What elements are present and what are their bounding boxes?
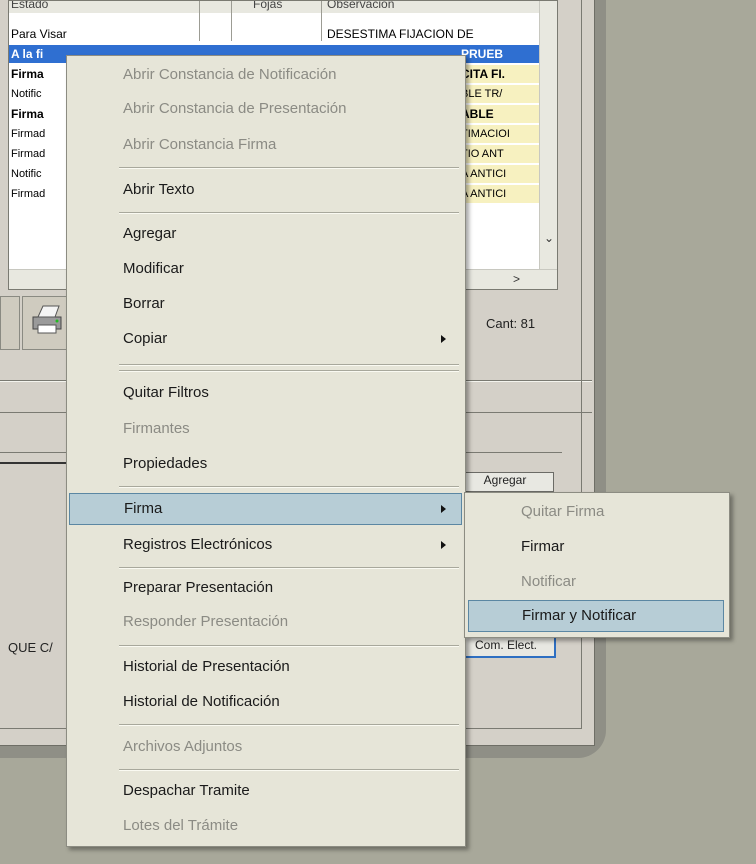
cell-estado: Firma <box>11 107 44 121</box>
menu-item-agregar[interactable]: Agregar <box>67 219 463 249</box>
submenu-arrow-icon <box>441 335 446 343</box>
menu-item-registros-electronicos[interactable]: Registros Electrónicos <box>67 530 463 560</box>
menu-separator <box>119 486 459 488</box>
menu-item-abrir-constancia-presentacion[interactable]: Abrir Constancia de Presentación <box>67 94 463 124</box>
cell-estado: Notific <box>11 168 42 180</box>
menu-item-label: Historial de Presentación <box>123 658 290 675</box>
menu-item-copiar[interactable]: Copiar <box>67 324 463 354</box>
cell-estado: Firma <box>11 67 44 81</box>
menu-item-label: Firma <box>124 500 163 517</box>
com-elect-button-label: Com. Elect. <box>474 638 537 652</box>
menu-separator <box>119 724 459 726</box>
agregar-button[interactable]: Agregar <box>456 472 554 492</box>
menu-item-preparar-presentacion[interactable]: Preparar Presentación <box>67 573 463 603</box>
submenu-item-quitar-firma[interactable]: Quitar Firma <box>465 497 727 527</box>
submenu-item-firmar[interactable]: Firmar <box>465 532 727 562</box>
menu-item-label: Notificar <box>521 573 577 590</box>
menu-item-label: Quitar Filtros <box>123 384 209 401</box>
menu-item-label: Historial de Notificación <box>123 693 280 710</box>
menu-separator <box>119 567 459 569</box>
cell-observacion: A ANTICI <box>461 168 507 180</box>
menu-item-label: Abrir Constancia de Presentación <box>123 100 347 117</box>
scroll-down-icon[interactable]: ⌄ <box>544 231 554 245</box>
menu-item-modificar[interactable]: Modificar <box>67 254 463 284</box>
menu-item-label: Abrir Texto <box>123 181 195 198</box>
menu-separator <box>119 212 459 214</box>
menu-item-label: Firmar <box>521 538 565 555</box>
menu-item-despachar-tramite[interactable]: Despachar Tramite <box>67 776 463 806</box>
menu-item-label: Archivos Adjuntos <box>123 738 243 755</box>
menu-item-firmantes[interactable]: Firmantes <box>67 414 463 444</box>
cell-observacion: A ANTICI <box>461 188 507 200</box>
grid-header: Estado Fojas Observacion <box>9 1 539 13</box>
context-menu: Abrir Constancia de Notificación Abrir C… <box>66 55 466 847</box>
menu-separator <box>119 370 459 372</box>
menu-item-label: Borrar <box>123 295 165 312</box>
agregar-button-label: Agregar <box>483 473 527 487</box>
menu-item-label: Abrir Constancia de Notificación <box>123 66 337 83</box>
header-observacion[interactable]: Observacion <box>327 1 394 13</box>
cell-estado: Notific <box>11 88 42 100</box>
menu-item-abrir-constancia-firma[interactable]: Abrir Constancia Firma <box>67 130 463 160</box>
menu-separator <box>119 769 459 771</box>
menu-item-label: Agregar <box>123 225 177 242</box>
menu-item-firma[interactable]: Firma <box>69 493 462 525</box>
menu-item-lotes-del-tramite[interactable]: Lotes del Trámite <box>67 811 463 841</box>
menu-item-label: Firmar y Notificar <box>522 607 637 624</box>
cell-observacion: CITA FI. <box>461 67 505 81</box>
submenu-item-notificar[interactable]: Notificar <box>465 567 727 597</box>
submenu-arrow-icon <box>441 541 446 549</box>
divider <box>0 462 75 464</box>
menu-separator <box>119 364 459 366</box>
cell-observacion: TIMACIOI <box>461 128 510 140</box>
menu-item-label: Abrir Constancia Firma <box>123 136 277 153</box>
header-fojas[interactable]: Fojas <box>253 1 282 13</box>
menu-item-label: Lotes del Trámite <box>123 817 239 834</box>
menu-item-responder-presentacion[interactable]: Responder Presentación <box>67 607 463 637</box>
cell-estado: Firmad <box>11 188 46 200</box>
count-label: Cant: 81 <box>486 316 536 331</box>
printer-icon <box>32 305 62 334</box>
submenu-firma: Quitar Firma Firmar Notificar Firmar y N… <box>464 492 730 638</box>
menu-item-quitar-filtros[interactable]: Quitar Filtros <box>67 378 463 408</box>
cell-observacion: TIO ANT <box>461 148 504 160</box>
menu-item-archivos-adjuntos[interactable]: Archivos Adjuntos <box>67 732 463 762</box>
vertical-scrollbar[interactable]: ⌄ <box>539 1 557 269</box>
cell-estado: Firmad <box>11 148 46 160</box>
submenu-item-firmar-y-notificar[interactable]: Firmar y Notificar <box>468 600 724 632</box>
cell-estado: A la fi <box>11 47 44 61</box>
toolbar-button[interactable] <box>0 296 20 350</box>
cell-observacion: BLE TR/ <box>461 88 503 100</box>
menu-item-propiedades[interactable]: Propiedades <box>67 449 463 479</box>
submenu-arrow-icon <box>441 505 446 513</box>
menu-item-abrir-texto[interactable]: Abrir Texto <box>67 175 463 205</box>
scroll-right-icon[interactable]: > <box>513 272 520 286</box>
menu-item-label: Despachar Tramite <box>123 782 250 799</box>
menu-item-label: Responder Presentación <box>123 613 289 630</box>
menu-item-label: Copiar <box>123 330 168 347</box>
cell-observacion: DESESTIMA FIJACION DE <box>327 27 474 41</box>
menu-item-abrir-constancia-notificacion[interactable]: Abrir Constancia de Notificación <box>67 60 463 90</box>
menu-item-label: Modificar <box>123 260 184 277</box>
header-estado[interactable]: Estado <box>11 1 48 13</box>
menu-item-historial-presentacion[interactable]: Historial de Presentación <box>67 652 463 682</box>
menu-item-label: Firmantes <box>123 420 190 437</box>
menu-separator <box>119 167 459 169</box>
cell-estado: Firmad <box>11 128 46 140</box>
menu-item-label: Registros Electrónicos <box>123 536 273 553</box>
menu-separator <box>119 645 459 647</box>
menu-item-borrar[interactable]: Borrar <box>67 289 463 319</box>
cell-estado: Para Visar <box>11 27 67 41</box>
menu-item-label: Quitar Firma <box>521 503 605 520</box>
menu-item-label: Preparar Presentación <box>123 579 274 596</box>
truncated-text: QUE C/ <box>8 640 53 655</box>
table-row[interactable]: Para Visar DESESTIMA FIJACION DE <box>9 25 539 43</box>
menu-item-label: Propiedades <box>123 455 208 472</box>
menu-item-historial-notificacion[interactable]: Historial de Notificación <box>67 687 463 717</box>
cell-observacion: PRUEB <box>461 47 504 61</box>
